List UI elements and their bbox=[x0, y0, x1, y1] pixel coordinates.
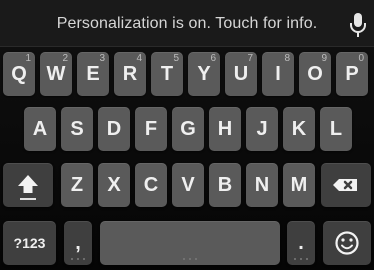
keyboard-row-4: ?123 , . bbox=[0, 221, 374, 265]
key-e[interactable]: E3 bbox=[77, 52, 109, 96]
shift-key[interactable] bbox=[3, 163, 53, 207]
key-h[interactable]: H bbox=[209, 107, 241, 151]
alt-options-indicator bbox=[294, 258, 308, 260]
key-o[interactable]: O9 bbox=[299, 52, 331, 96]
key-a[interactable]: A bbox=[24, 107, 56, 151]
smiley-emoji-icon bbox=[335, 231, 359, 255]
symbols-key[interactable]: ?123 bbox=[3, 221, 56, 265]
space-options-indicator bbox=[183, 258, 197, 260]
key-y[interactable]: Y6 bbox=[188, 52, 220, 96]
key-s[interactable]: S bbox=[61, 107, 93, 151]
soft-keyboard: Personalization is on. Touch for info. Q… bbox=[0, 0, 374, 270]
key-f[interactable]: F bbox=[135, 107, 167, 151]
key-d[interactable]: D bbox=[98, 107, 130, 151]
key-x[interactable]: X bbox=[98, 163, 130, 207]
key-g[interactable]: G bbox=[172, 107, 204, 151]
shift-arrow-icon bbox=[18, 175, 38, 200]
backspace-icon bbox=[333, 179, 357, 191]
key-l[interactable]: L bbox=[320, 107, 352, 151]
key-u[interactable]: U7 bbox=[225, 52, 257, 96]
key-b[interactable]: B bbox=[209, 163, 241, 207]
comma-key[interactable]: , bbox=[64, 221, 92, 265]
key-w[interactable]: W2 bbox=[40, 52, 72, 96]
key-t[interactable]: T5 bbox=[151, 52, 183, 96]
emoji-key[interactable] bbox=[323, 221, 371, 265]
key-r[interactable]: R4 bbox=[114, 52, 146, 96]
alt-options-indicator bbox=[71, 258, 85, 260]
key-v[interactable]: V bbox=[172, 163, 204, 207]
space-bar[interactable] bbox=[100, 221, 280, 265]
suggestion-bar[interactable]: Personalization is on. Touch for info. bbox=[0, 0, 374, 47]
key-q[interactable]: Q1 bbox=[3, 52, 35, 96]
key-i[interactable]: I8 bbox=[262, 52, 294, 96]
personalization-notice[interactable]: Personalization is on. Touch for info. bbox=[0, 13, 374, 35]
keyboard-row-2: A S D F G H J K L bbox=[0, 107, 374, 151]
key-p[interactable]: P0 bbox=[336, 52, 368, 96]
key-c[interactable]: C bbox=[135, 163, 167, 207]
microphone-icon[interactable] bbox=[349, 12, 367, 38]
keyboard-row-1: Q1 W2 E3 R4 T5 Y6 U7 I8 O9 P0 bbox=[0, 52, 374, 96]
keyboard-row-3: Z X C V B N M bbox=[0, 163, 374, 207]
backspace-key[interactable] bbox=[321, 163, 371, 207]
key-n[interactable]: N bbox=[246, 163, 278, 207]
key-j[interactable]: J bbox=[246, 107, 278, 151]
period-key[interactable]: . bbox=[287, 221, 315, 265]
key-k[interactable]: K bbox=[283, 107, 315, 151]
key-z[interactable]: Z bbox=[61, 163, 93, 207]
key-m[interactable]: M bbox=[283, 163, 315, 207]
